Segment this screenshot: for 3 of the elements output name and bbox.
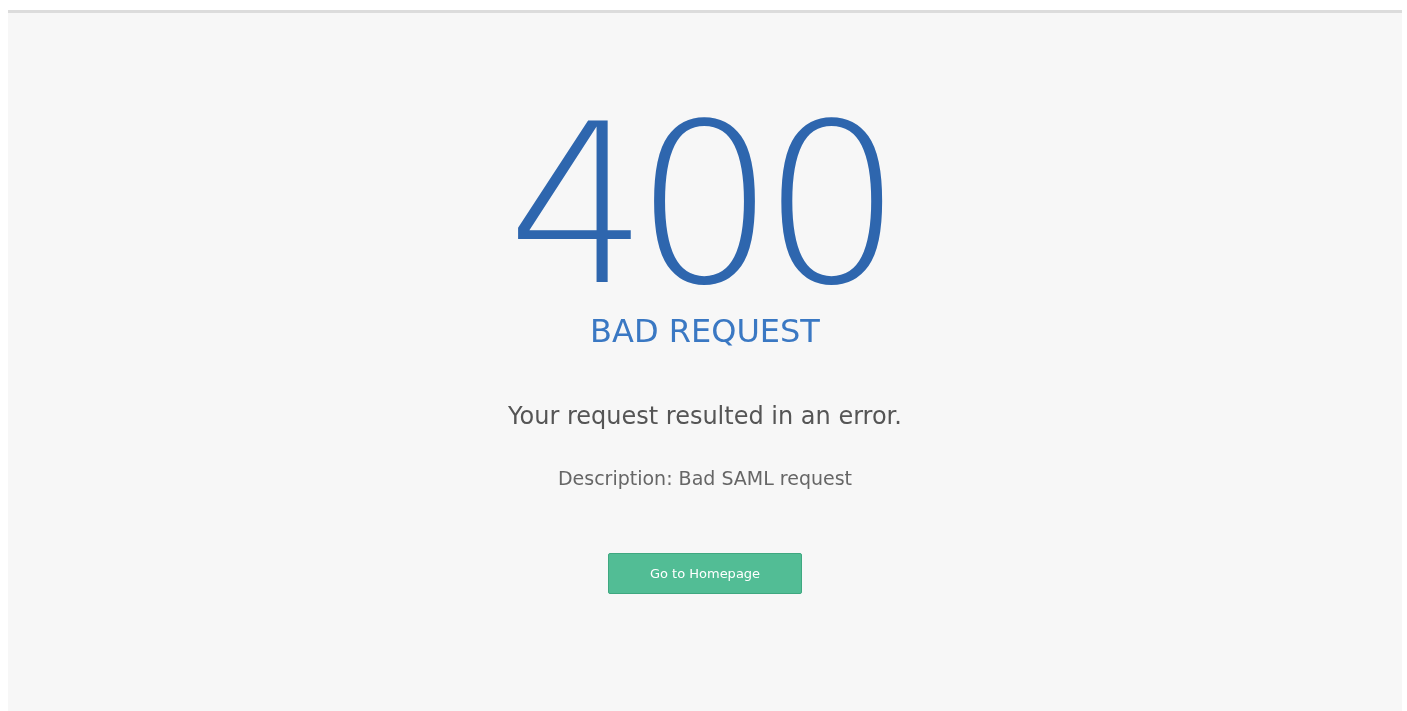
error-description: Description: Bad SAML request: [557, 466, 853, 491]
homepage-button[interactable]: Go to Homepage: [608, 553, 802, 594]
error-message: Your request resulted in an error.: [508, 401, 902, 431]
